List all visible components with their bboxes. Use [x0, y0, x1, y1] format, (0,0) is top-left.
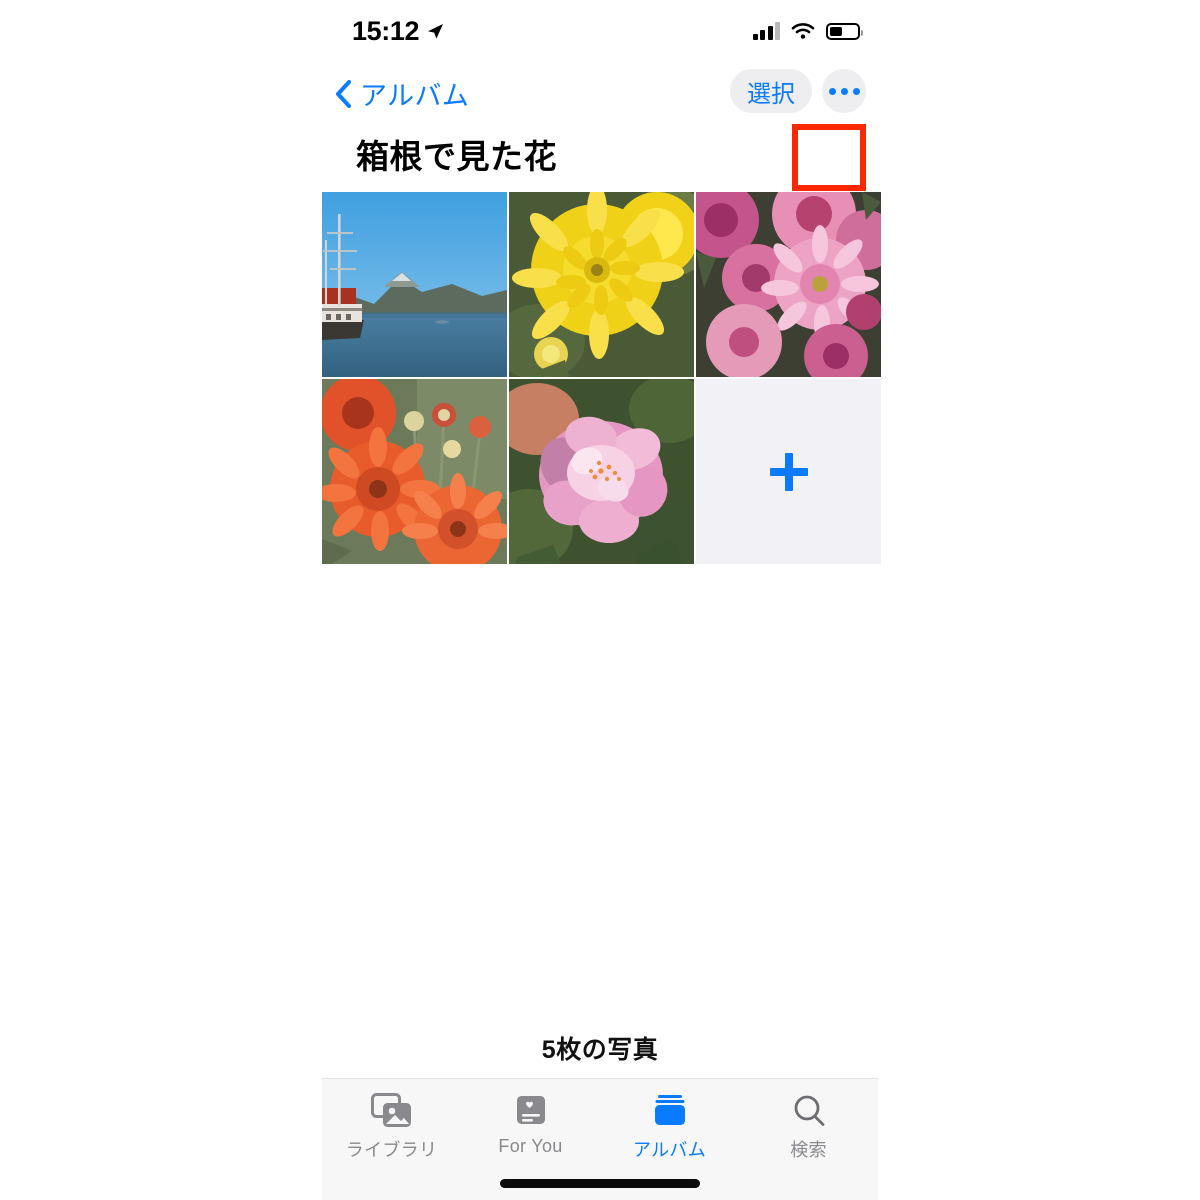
tab-search-label: 検索 [790, 1140, 827, 1160]
iphone-screen: 15:12 アルバム 選択 箱根で見た花 5枚の写真 ライブラリ For You… [322, 0, 881, 1200]
photo-lake-ship[interactable] [322, 192, 507, 377]
status-bar-left: 15:12 [352, 16, 445, 47]
tab-for-you[interactable]: For You [461, 1091, 600, 1157]
album-title: 箱根で見た花 [356, 138, 557, 175]
photo-pink-rose[interactable] [509, 379, 694, 564]
cellular-signal-icon [752, 22, 780, 40]
navigation-bar: アルバム 選択 [322, 62, 878, 191]
chevron-left-icon [336, 79, 351, 108]
wifi-icon [791, 23, 815, 39]
photo-count-label: 5枚の写真 [541, 1036, 659, 1064]
photo-thumbnail [322, 192, 507, 377]
tab-albums[interactable]: アルバム [600, 1091, 739, 1162]
select-button-label: 選択 [747, 80, 795, 108]
back-to-albums-button[interactable]: アルバム [334, 74, 469, 113]
photo-pink-chrysanthemum[interactable] [696, 192, 881, 377]
tab-bar: ライブラリ For You アルバム 検索 [322, 1078, 878, 1200]
photo-orange-chrysanthemum[interactable] [322, 379, 507, 564]
photo-thumbnail [509, 192, 694, 377]
photos-library-icon [370, 1091, 413, 1131]
home-indicator[interactable] [500, 1179, 700, 1188]
status-bar: 15:12 [322, 0, 878, 62]
for-you-card-icon [513, 1091, 549, 1131]
photo-thumbnail [322, 379, 507, 564]
photo-yellow-chrysanthemum[interactable] [509, 192, 694, 377]
albums-stack-icon [651, 1091, 689, 1131]
more-button-highlight-annotation [792, 124, 866, 191]
photo-thumbnail [509, 379, 694, 564]
battery-icon [826, 22, 863, 40]
back-button-label: アルバム [360, 81, 470, 111]
tab-library[interactable]: ライブラリ [322, 1091, 461, 1162]
navigation-bar-actions: 選択 [730, 69, 866, 113]
tab-for-you-label: For You [498, 1136, 563, 1156]
add-photos-button[interactable] [696, 379, 881, 564]
select-button[interactable]: 選択 [730, 69, 812, 113]
status-bar-right [752, 22, 863, 40]
photo-grid [322, 192, 881, 564]
tab-albums-label: アルバム [632, 1140, 707, 1160]
tab-library-label: ライブラリ [345, 1140, 438, 1160]
ellipsis-icon-dot [852, 87, 860, 95]
photo-thumbnail [696, 192, 881, 377]
location-arrow-icon [428, 24, 444, 39]
ellipsis-icon-dot [828, 87, 836, 95]
tab-search[interactable]: 検索 [739, 1091, 878, 1162]
plus-icon [769, 452, 808, 491]
magnifier-icon [791, 1091, 827, 1131]
ellipsis-icon-dot [840, 87, 848, 95]
more-options-button[interactable] [822, 69, 866, 113]
status-bar-time: 15:12 [352, 15, 420, 46]
